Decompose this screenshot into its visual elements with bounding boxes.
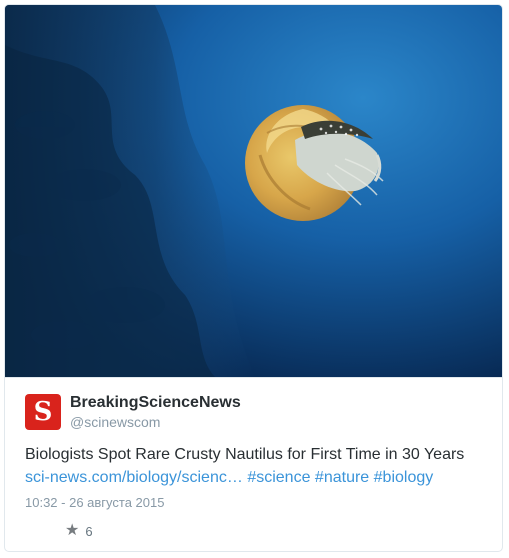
- tweet-card[interactable]: S BreakingScienceNews @scinewscom Biolog…: [4, 4, 503, 552]
- article-link[interactable]: sci-news.com/biology/scienc…: [25, 469, 243, 486]
- author-display-name[interactable]: BreakingScienceNews: [70, 393, 241, 413]
- tweet-timestamp[interactable]: 10:32 - 26 августа 2015: [25, 495, 164, 510]
- hashtag-science[interactable]: #science: [247, 469, 310, 486]
- tweet-photo[interactable]: [5, 5, 502, 378]
- tweet-text: Biologists Spot Rare Crusty Nautilus for…: [25, 443, 495, 489]
- star-icon[interactable]: ★: [65, 523, 79, 539]
- tweet-author[interactable]: S BreakingScienceNews @scinewscom: [25, 392, 241, 432]
- hashtag-biology[interactable]: #biology: [374, 469, 434, 486]
- favorite-count: 6: [85, 523, 93, 539]
- favorite-button[interactable]: ★ 6: [65, 523, 93, 539]
- nautilus-photo: [5, 5, 502, 377]
- avatar-glyph: S: [33, 397, 53, 427]
- author-names: BreakingScienceNews @scinewscom: [70, 393, 241, 431]
- sci-news-logo-icon[interactable]: S: [25, 394, 61, 430]
- author-handle[interactable]: @scinewscom: [70, 413, 241, 431]
- tweet-headline: Biologists Spot Rare Crusty Nautilus for…: [25, 446, 465, 463]
- tweet-links-line: sci-news.com/biology/scienc… #science #n…: [25, 466, 495, 489]
- hashtag-nature[interactable]: #nature: [315, 469, 369, 486]
